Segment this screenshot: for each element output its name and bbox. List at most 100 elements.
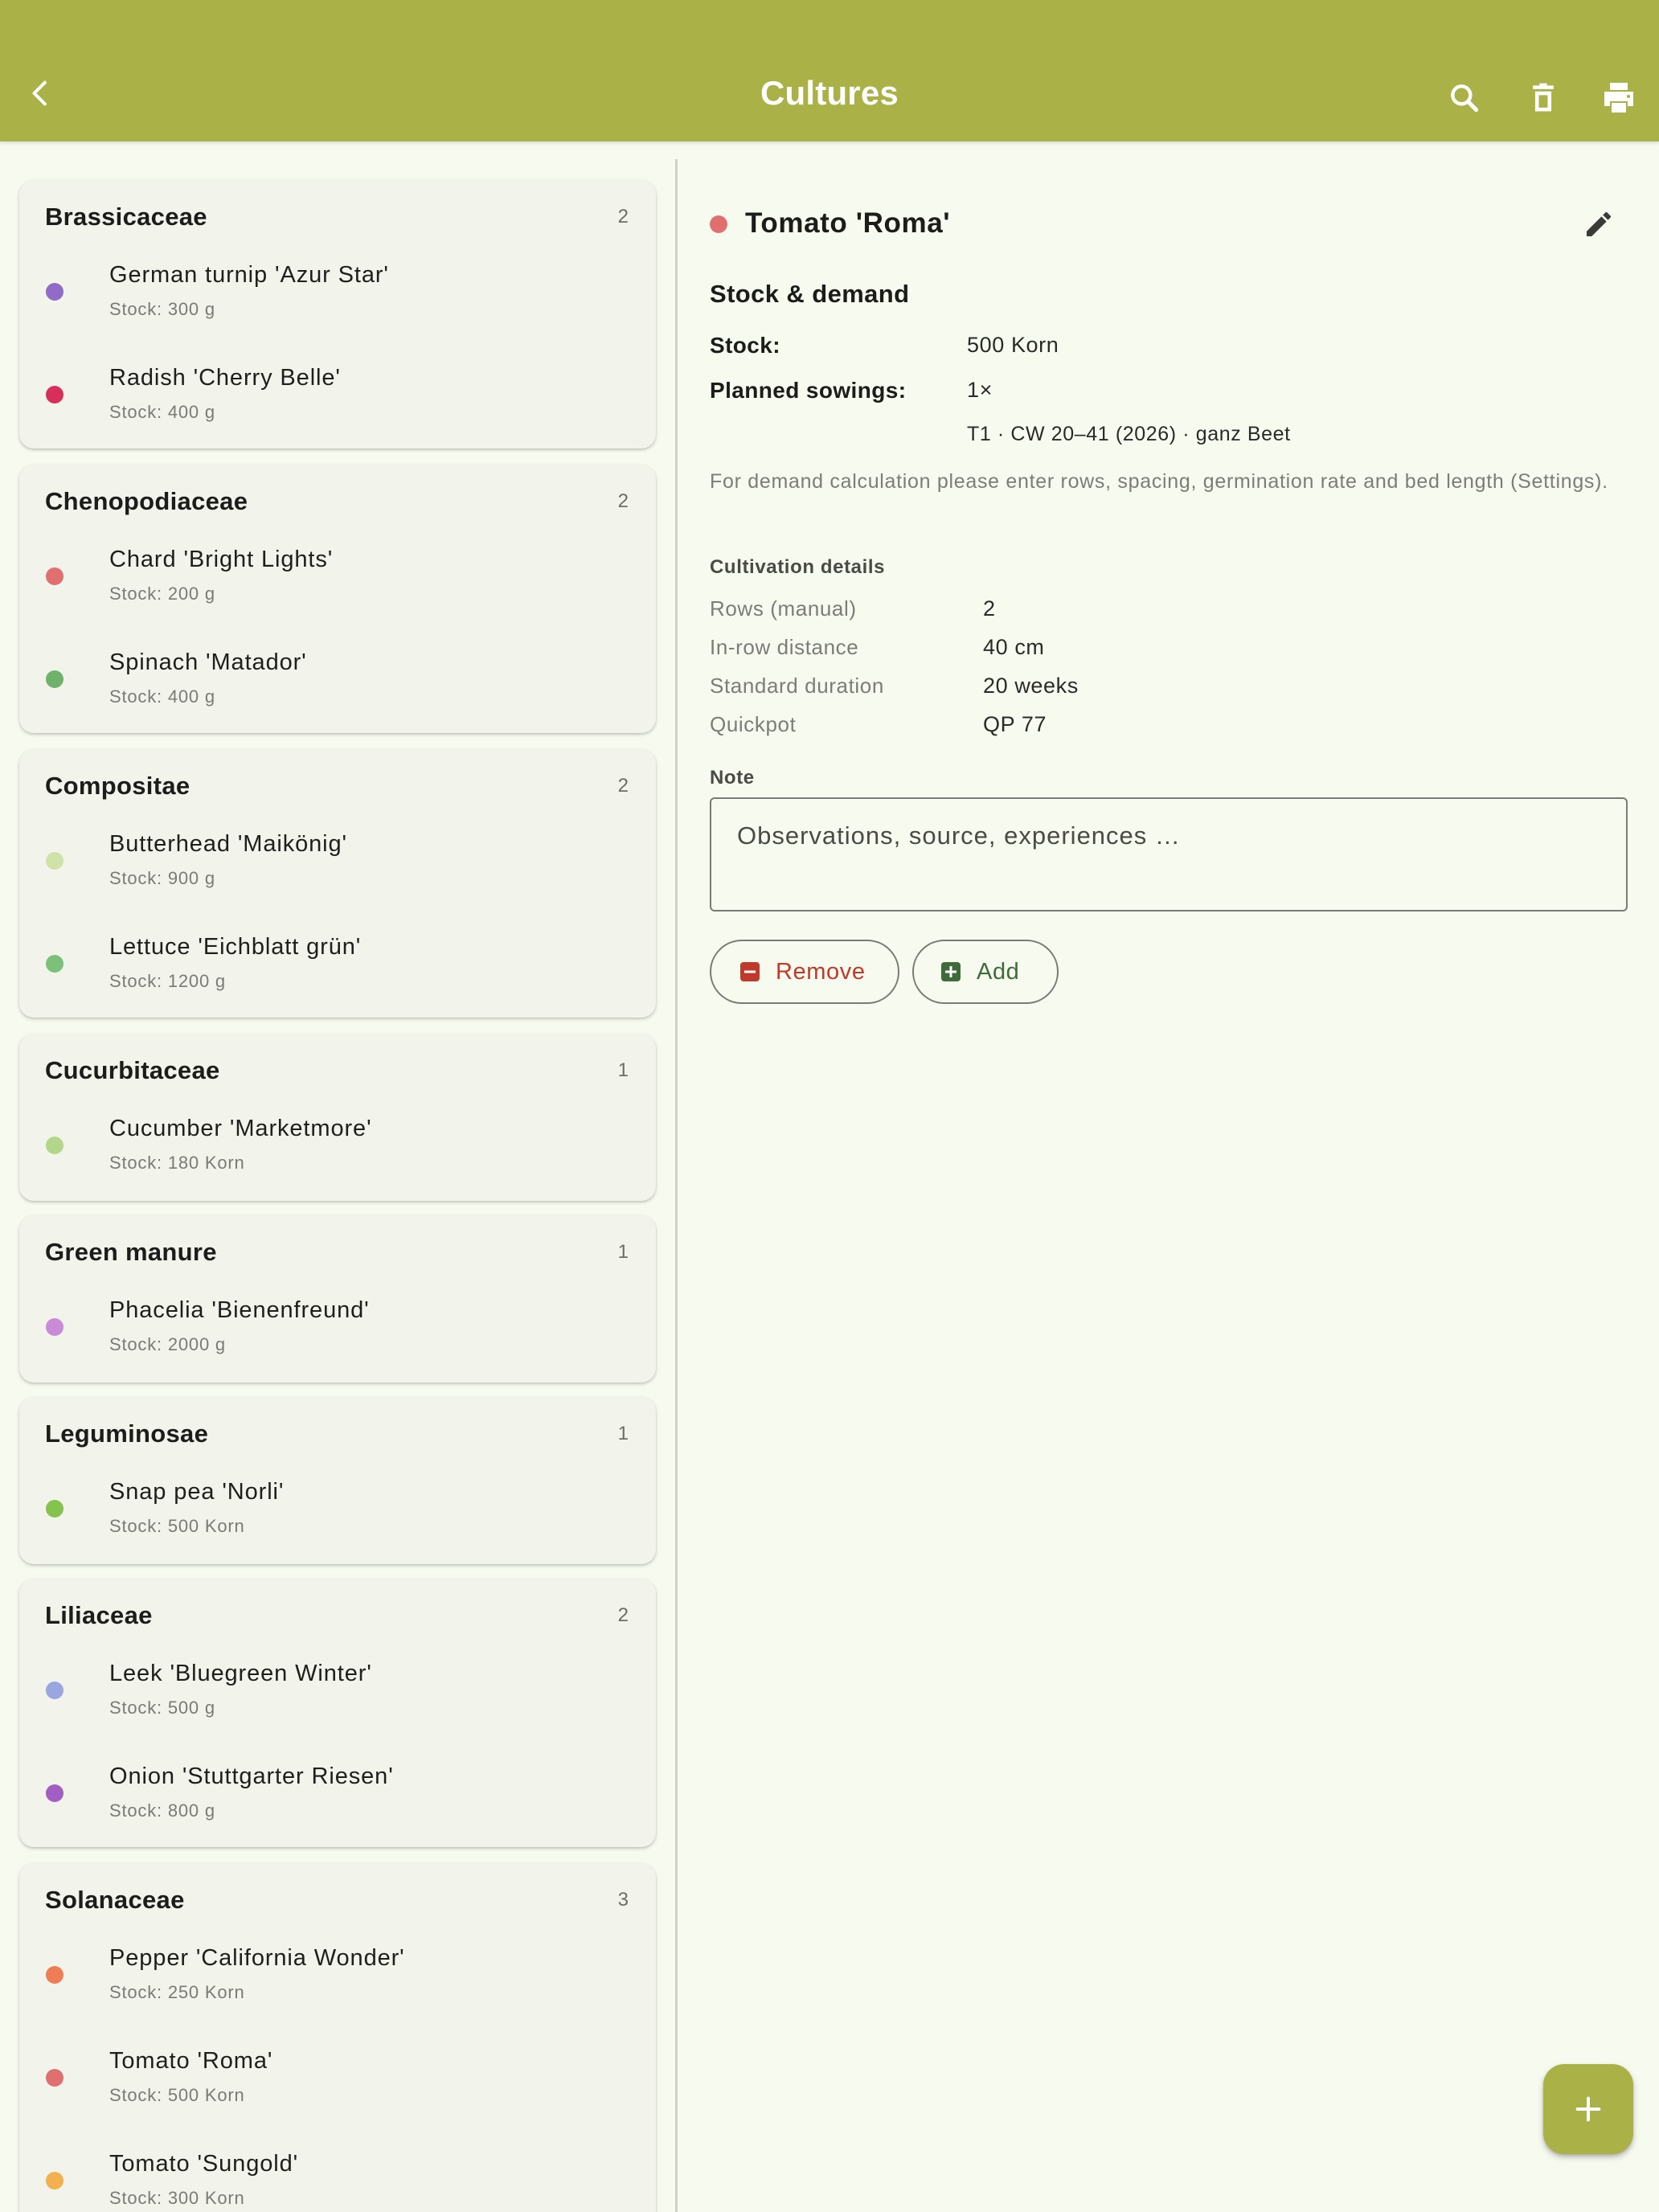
culture-color-dot: [46, 1500, 63, 1518]
family-count: 3: [617, 1889, 629, 1911]
culture-name: Tomato 'Roma': [109, 2048, 273, 2074]
note-placeholder: Observations, source, experiences …: [737, 821, 1181, 850]
search-button[interactable]: [1440, 74, 1489, 122]
list-item[interactable]: Tomato 'Sungold' Stock: 300 Korn: [19, 2151, 656, 2212]
add-label: Add: [977, 958, 1020, 985]
culture-color-dot: [46, 1966, 63, 1984]
culture-stock: Stock: 200 g: [109, 584, 215, 604]
family-count: 2: [617, 1604, 629, 1626]
add-culture-fab[interactable]: [1543, 2064, 1633, 2154]
family-count: 1: [617, 1423, 629, 1444]
print-icon: [1604, 83, 1633, 113]
in-row-distance-label: In-row distance: [710, 635, 859, 659]
culture-stock: Stock: 2000 g: [109, 1334, 226, 1354]
list-item[interactable]: Radish 'Cherry Belle' Stock: 400 g: [19, 365, 656, 453]
list-item[interactable]: Snap pea 'Norli' Stock: 500 Korn: [19, 1479, 656, 1567]
family-card-compositae: Compositae 2 Butterhead 'Maikönig' Stock…: [19, 749, 656, 1018]
trash-icon: [1533, 83, 1554, 112]
culture-name: Leek 'Bluegreen Winter': [109, 1661, 372, 1686]
family-count: 2: [617, 490, 629, 512]
family-card-solanaceae: Solanaceae 3 Pepper 'California Wonder' …: [19, 1863, 656, 2212]
family-count: 2: [617, 206, 629, 227]
list-item[interactable]: Lettuce 'Eichblatt grün' Stock: 1200 g: [19, 934, 656, 1022]
list-item[interactable]: Phacelia 'Bienenfreund' Stock: 2000 g: [19, 1297, 656, 1386]
plus-icon: [941, 962, 961, 981]
remove-button[interactable]: Remove: [710, 940, 899, 1004]
family-card-liliaceae: Liliaceae 2 Leek 'Bluegreen Winter' Stoc…: [19, 1579, 656, 1847]
list-item[interactable]: German turnip 'Azur Star' Stock: 300 g: [19, 262, 656, 350]
culture-color-dot: [46, 2069, 63, 2087]
culture-name: Onion 'Stuttgarter Riesen': [109, 1763, 394, 1789]
culture-stock: Stock: 900 g: [109, 868, 215, 888]
list-item[interactable]: Chard 'Bright Lights' Stock: 200 g: [19, 547, 656, 635]
detail-title: Tomato 'Roma': [745, 207, 951, 239]
list-item[interactable]: Leek 'Bluegreen Winter' Stock: 500 g: [19, 1661, 656, 1749]
culture-name: Snap pea 'Norli': [109, 1479, 285, 1505]
culture-color-dot: [46, 955, 63, 973]
note-field[interactable]: Observations, source, experiences …: [710, 797, 1628, 911]
family-card-cucurbitaceae: Cucurbitaceae 1 Cucumber 'Marketmore' St…: [19, 1034, 656, 1201]
family-name: Cucurbitaceae: [45, 1056, 220, 1084]
culture-color-dot: [46, 2172, 63, 2189]
culture-stock: Stock: 300 g: [109, 299, 215, 319]
remove-label: Remove: [776, 958, 866, 985]
delete-button[interactable]: [1519, 74, 1567, 122]
list-item[interactable]: Butterhead 'Maikönig' Stock: 900 g: [19, 831, 656, 920]
minus-icon: [740, 962, 760, 981]
culture-stock: Stock: 400 g: [109, 402, 215, 422]
culture-color-dot: [46, 1137, 63, 1154]
print-button[interactable]: [1595, 74, 1643, 122]
cultivation-heading: Cultivation details: [710, 556, 886, 578]
culture-name: Radish 'Cherry Belle': [109, 365, 341, 391]
culture-name: Lettuce 'Eichblatt grün': [109, 934, 362, 960]
edit-button[interactable]: [1580, 206, 1617, 243]
culture-stock: Stock: 300 Korn: [109, 2188, 245, 2208]
in-row-distance-value: 40 cm: [983, 635, 1045, 659]
planned-sowing-detail: T1 · CW 20–41 (2026) · ganz Beet: [967, 423, 1291, 445]
culture-stock: Stock: 500 g: [109, 1698, 215, 1718]
detail-pane: Tomato 'Roma' Stock & demand Stock: 500 …: [678, 141, 1659, 2212]
culture-name: Butterhead 'Maikönig': [109, 831, 347, 857]
culture-stock: Stock: 180 Korn: [109, 1153, 245, 1173]
culture-color-dot: [46, 852, 63, 870]
add-button[interactable]: Add: [912, 940, 1059, 1004]
note-label: Note: [710, 767, 755, 789]
planned-sowings-value: 1×: [967, 378, 993, 402]
family-count: 1: [617, 1241, 629, 1263]
family-name: Solanaceae: [45, 1886, 185, 1914]
standard-duration-label: Standard duration: [710, 674, 884, 698]
stock-label: Stock:: [710, 333, 780, 358]
family-name: Liliaceae: [45, 1601, 153, 1629]
family-count: 2: [617, 775, 629, 797]
culture-name: Spinach 'Matador': [109, 649, 307, 675]
culture-color-dot: [46, 670, 63, 688]
stock-value: 500 Korn: [967, 333, 1059, 357]
family-name: Compositae: [45, 772, 190, 800]
list-item[interactable]: Cucumber 'Marketmore' Stock: 180 Korn: [19, 1116, 656, 1204]
family-card-chenopodiaceae: Chenopodiaceae 2 Chard 'Bright Lights' S…: [19, 465, 656, 733]
culture-color-dot: [710, 215, 727, 233]
list-item[interactable]: Onion 'Stuttgarter Riesen' Stock: 800 g: [19, 1763, 656, 1852]
culture-stock: Stock: 1200 g: [109, 971, 226, 991]
page-title: Cultures: [760, 74, 899, 112]
app-bar: Cultures: [0, 0, 1659, 141]
family-name: Chenopodiaceae: [45, 487, 248, 515]
rows-label: Rows (manual): [710, 596, 857, 621]
culture-stock: Stock: 250 Korn: [109, 1982, 245, 2002]
list-item[interactable]: Pepper 'California Wonder' Stock: 250 Ko…: [19, 1945, 656, 2034]
culture-name: Chard 'Bright Lights': [109, 547, 334, 572]
list-item[interactable]: Spinach 'Matador' Stock: 400 g: [19, 649, 656, 738]
quickpot-label: Quickpot: [710, 712, 797, 736]
quickpot-value: QP 77: [983, 712, 1047, 736]
culture-color-dot: [46, 1784, 63, 1802]
section-heading-stock: Stock & demand: [710, 280, 910, 308]
list-item[interactable]: Tomato 'Roma' Stock: 500 Korn: [19, 2048, 656, 2136]
family-name: Brassicaceae: [45, 203, 207, 231]
culture-name: Phacelia 'Bienenfreund': [109, 1297, 370, 1323]
culture-name: German turnip 'Azur Star': [109, 262, 389, 288]
culture-stock: Stock: 500 Korn: [109, 1516, 245, 1536]
culture-color-dot: [46, 567, 63, 585]
culture-name: Cucumber 'Marketmore': [109, 1116, 372, 1141]
culture-list: Brassicaceae 2 German turnip 'Azur Star'…: [0, 141, 674, 2212]
pencil-icon: [1587, 211, 1612, 236]
